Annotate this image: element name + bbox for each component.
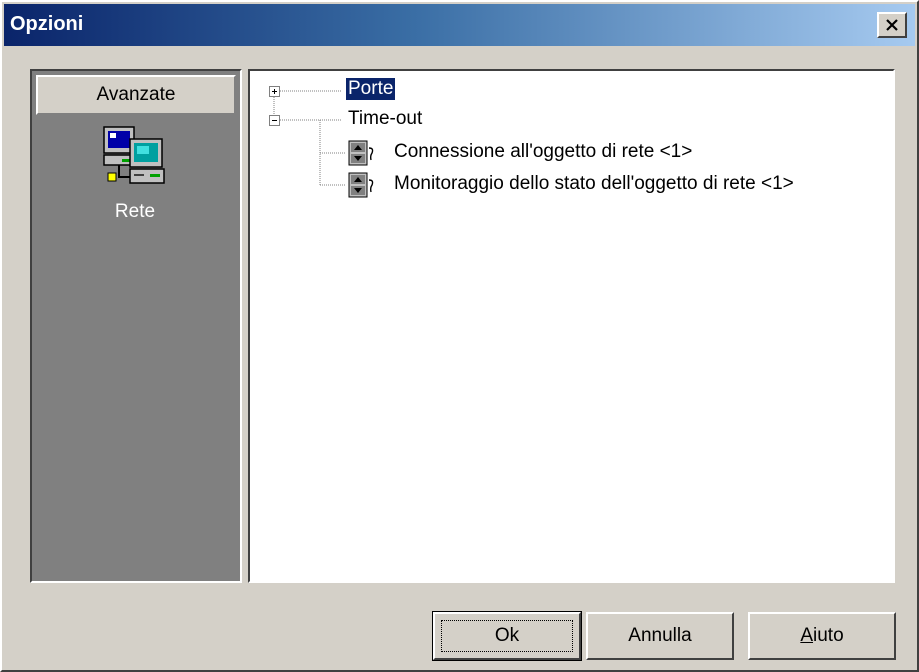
cancel-button[interactable]: Annulla — [586, 612, 734, 660]
network-computers-icon — [101, 122, 169, 190]
close-button[interactable] — [877, 12, 907, 38]
tree-item-time-out[interactable]: Time-out — [348, 108, 422, 130]
help-label-rest: iuto — [813, 625, 844, 646]
spinner-setting-icon — [348, 172, 374, 198]
collapse-timeout-button[interactable] — [269, 115, 280, 126]
sidebar-item-label: Rete — [114, 201, 156, 222]
help-button[interactable]: Aiuto — [748, 612, 896, 660]
tree-item-connessione[interactable]: Connessione all'oggetto di rete <1> — [394, 141, 692, 163]
window-title: Opzioni — [10, 13, 84, 35]
title-bar[interactable]: Opzioni — [4, 4, 915, 46]
close-icon — [886, 19, 898, 31]
cancel-button-label: Annulla — [628, 625, 692, 646]
focus-rectangle — [441, 620, 573, 652]
spinner-setting-icon — [348, 140, 374, 166]
plus-icon — [272, 89, 277, 94]
tree-item-porte[interactable]: Porte — [344, 77, 397, 101]
minus-icon — [272, 120, 277, 121]
sidebar-header-avanzate[interactable]: Avanzate — [36, 75, 236, 115]
sidebar-item-rete[interactable]: Rete — [70, 121, 200, 251]
help-button-label: Aiuto — [800, 625, 843, 647]
tree-item-monitoraggio[interactable]: Monitoraggio dello stato dell'oggetto di… — [394, 173, 794, 195]
expand-porte-button[interactable] — [269, 86, 280, 97]
options-dialog: Opzioni Avanzate Rete Porte Time-out Con… — [0, 0, 919, 672]
help-accelerator: A — [800, 625, 814, 646]
ok-button[interactable]: Ok — [432, 611, 582, 661]
options-tree: Porte Time-out Connessione all'oggetto d… — [248, 69, 895, 583]
category-sidebar: Avanzate Rete — [30, 69, 242, 583]
